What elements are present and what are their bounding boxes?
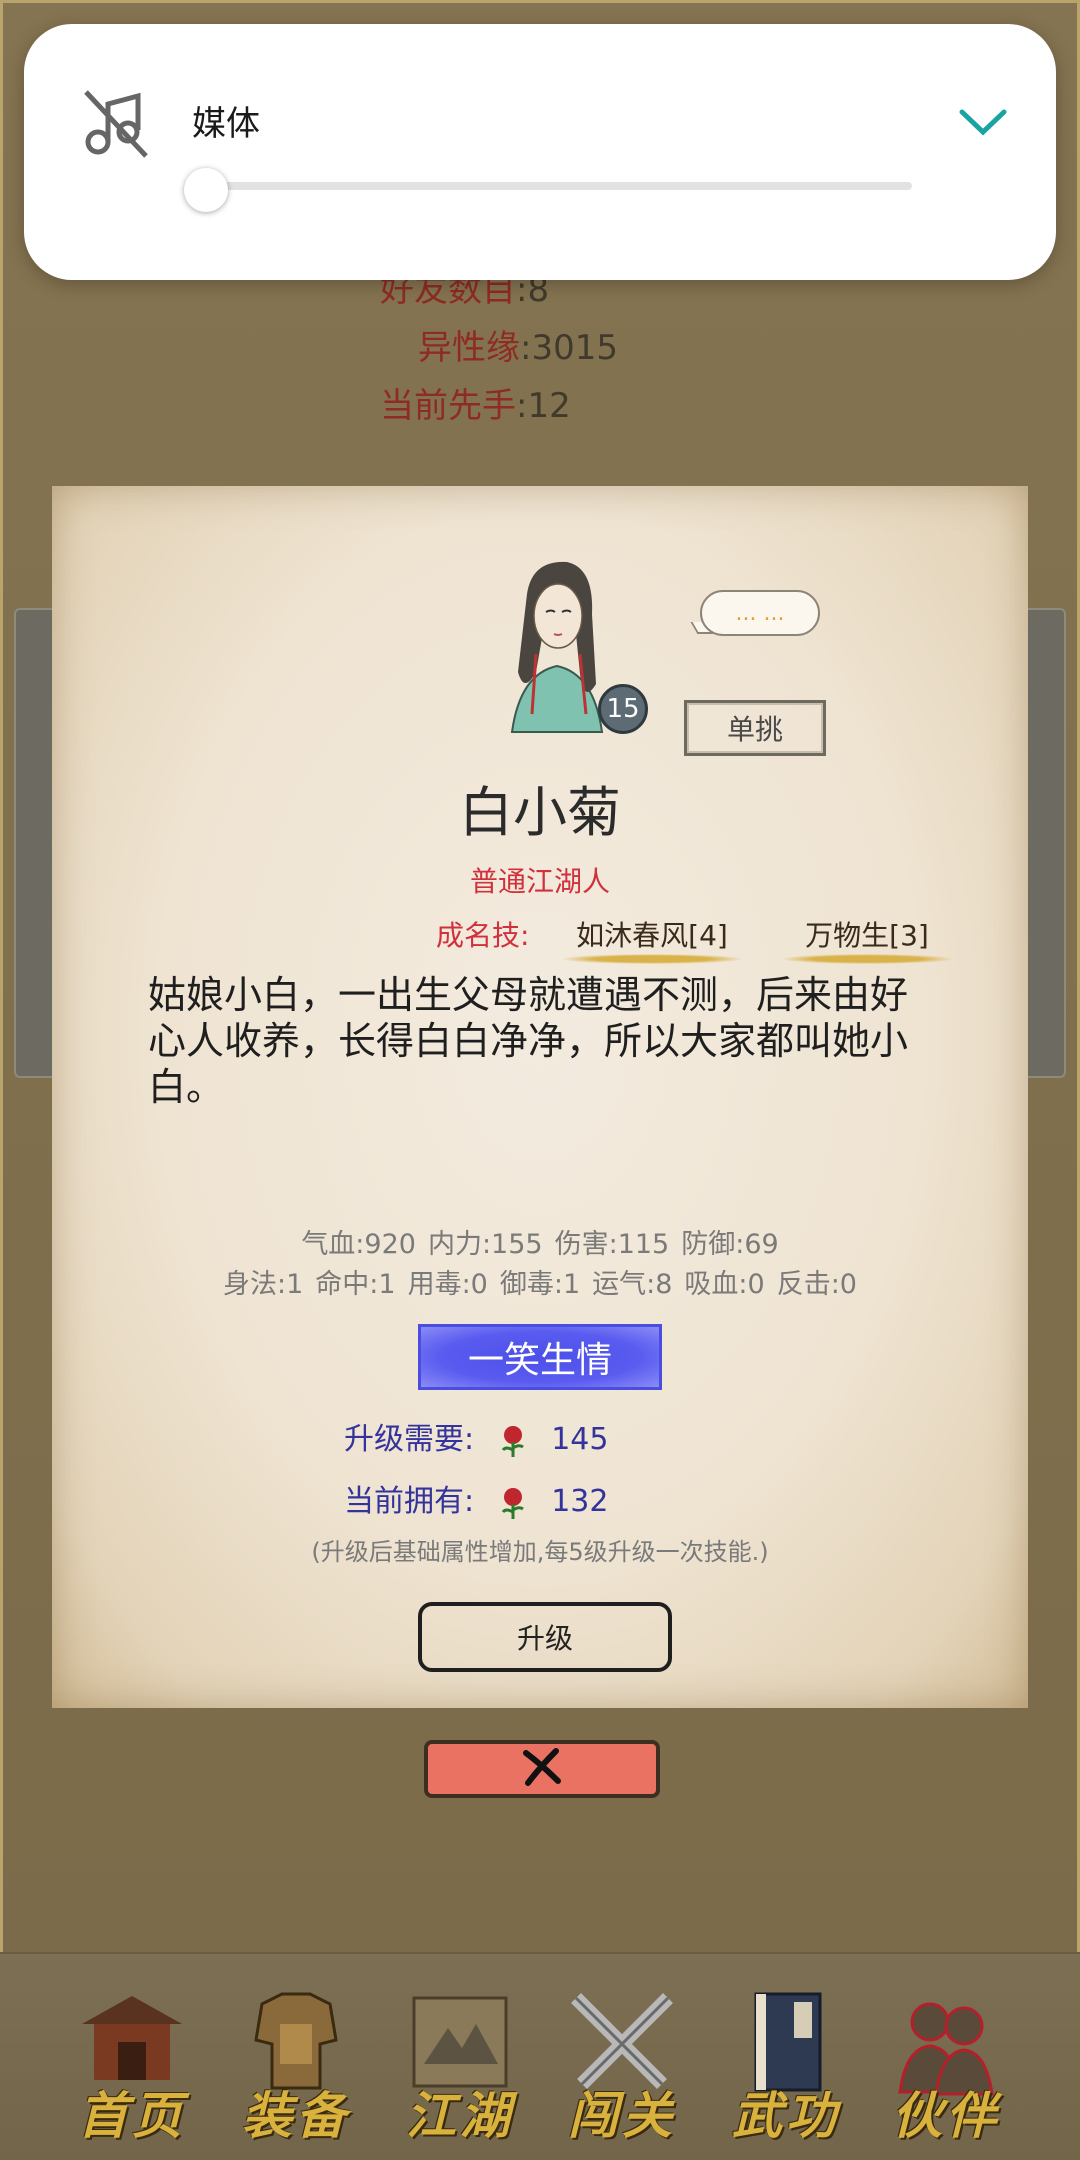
character-card: 15 ... ... 单挑 白小菊 普通江湖人 成名技: 如沐春风[4] 万物生… [52,486,1028,1708]
music-muted-icon[interactable] [76,84,156,164]
talent-badge[interactable]: 一笑生情 [418,1324,662,1390]
stats-primary: 气血:920 内力:155 伤害:115 防御:69 [301,1229,779,1260]
signature-skill-1[interactable]: 如沐春风[4] [562,914,742,964]
signature-skills-label: 成名技: [436,919,530,952]
volume-slider-track[interactable] [204,182,912,190]
upgrade-button[interactable]: 升级 [418,1602,672,1672]
rose-icon [498,1424,528,1458]
nav-item-companions[interactable]: 伙伴 [876,1984,1016,2145]
rose-icon [498,1486,528,1520]
close-button[interactable] [424,1740,660,1798]
brush-underline [782,954,952,964]
close-icon [520,1747,564,1791]
level-badge: 15 [598,684,648,734]
volume-panel: 媒体 [24,24,1056,280]
volume-slider-thumb[interactable] [184,168,228,212]
duel-button[interactable]: 单挑 [684,700,826,756]
brush-underline [562,954,742,964]
nav-item-home[interactable]: 首页 [62,1984,202,2145]
character-description: 姑娘小白，一出生父母就遭遇不测，后来由好心人收养，长得白白净净，所以大家都叫她小… [148,973,909,1109]
character-name: 白小菊 [459,781,621,844]
stats-secondary: 身法:1 命中:1 用毒:0 御毒:1 运气:8 吸血:0 反击:0 [223,1269,857,1300]
speech-bubble: ... ... [700,590,820,636]
owned-amount-row: 当前拥有: 132 [344,1484,609,1520]
upgrade-hint: (升级后基础属性增加,每5级升级一次技能.) [311,1538,769,1566]
bg-stat-charm: 异性缘:3015 [418,328,618,368]
nav-item-equipment[interactable]: 装备 [226,1984,366,2145]
chevron-down-icon[interactable] [956,104,1010,140]
character-rank: 普通江湖人 [469,865,610,898]
volume-label: 媒体 [192,104,260,144]
bottom-nav: 首页 装备 江湖 闯关 武功 伙伴 [0,1952,1080,2160]
nav-item-challenge[interactable]: 闯关 [552,1984,692,2145]
signature-skill-2[interactable]: 万物生[3] [782,914,952,964]
nav-item-martial-arts[interactable]: 武功 [716,1984,856,2145]
nav-item-world[interactable]: 江湖 [390,1984,530,2145]
upgrade-cost-row: 升级需要: 145 [344,1422,609,1458]
bg-stat-initiative: 当前先手:12 [380,386,571,426]
